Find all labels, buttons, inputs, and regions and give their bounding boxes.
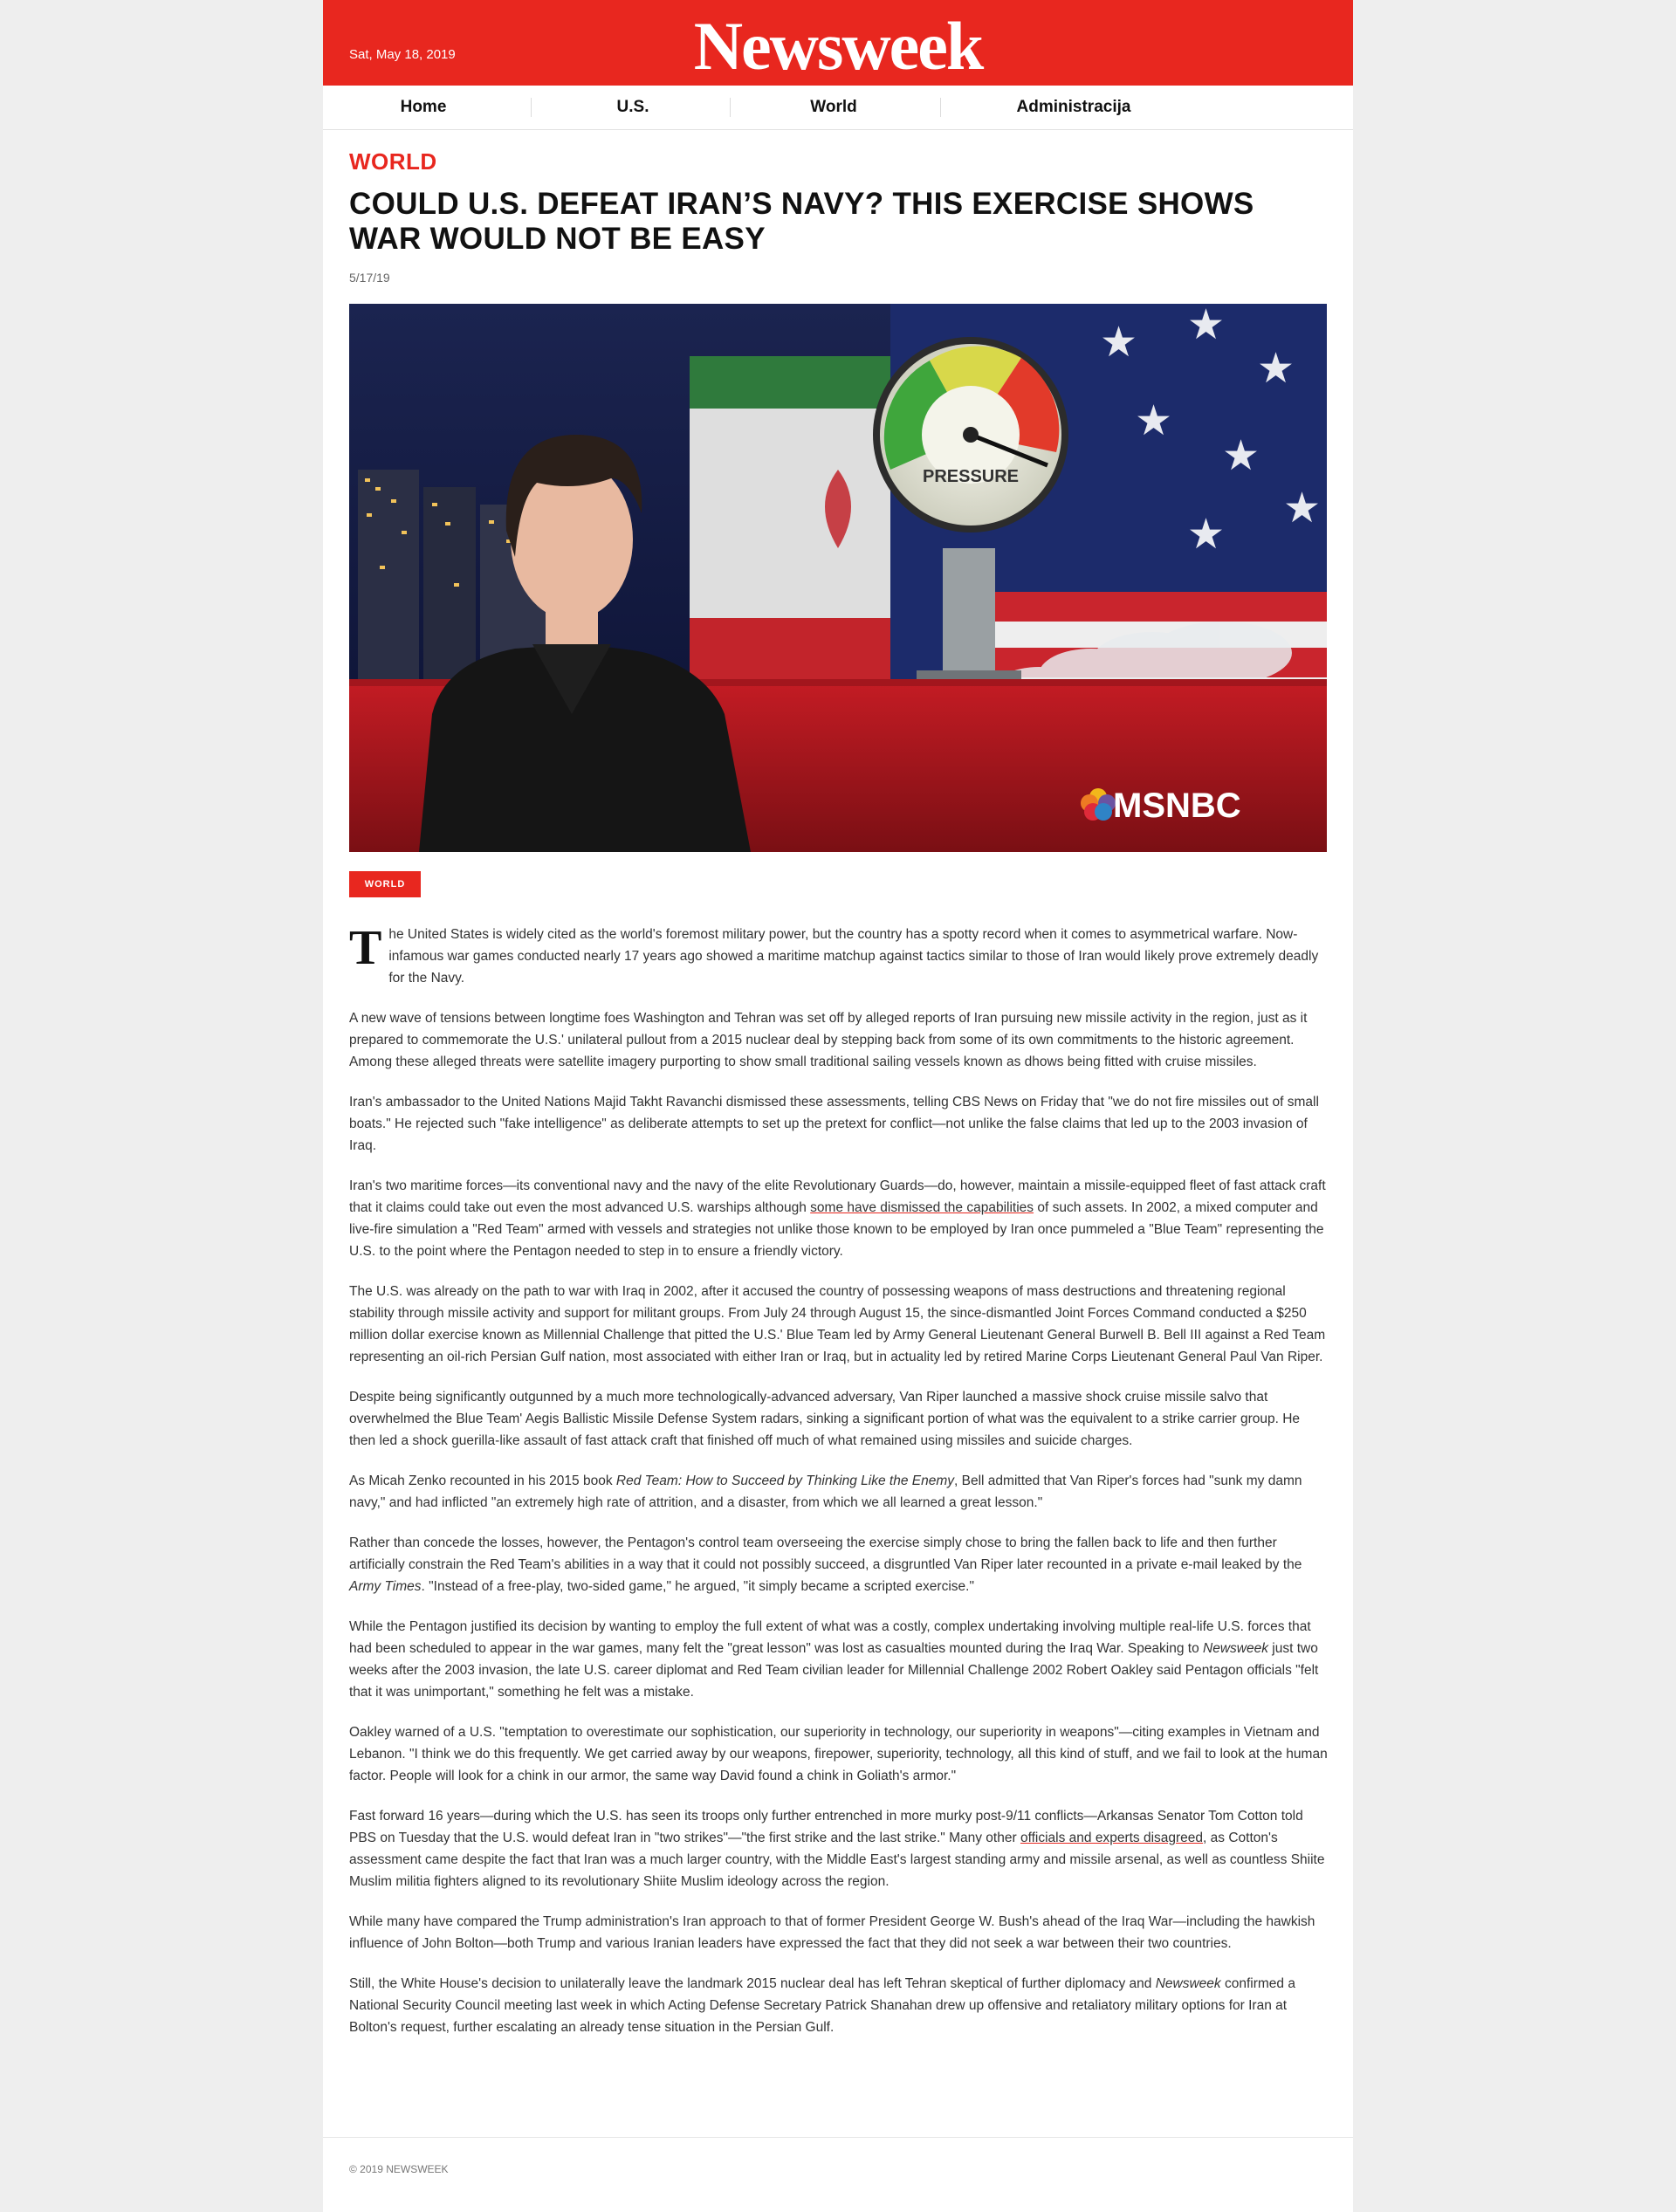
drop-cap: T xyxy=(349,921,382,975)
svg-text:★: ★ xyxy=(1187,304,1225,349)
capabilities-link[interactable]: some have dismissed the capabilities xyxy=(810,1200,1034,1215)
paragraph-text: Rather than concede the losses, however,… xyxy=(349,1535,1302,1572)
paragraph-text: As Micah Zenko recounted in his 2015 boo… xyxy=(349,1474,616,1488)
hero-illustration: ★ ★ ★ ★ ★ ★ ★ PRESSURE MSNBC xyxy=(349,304,1327,852)
network-logo-text: MSNBC xyxy=(1113,787,1241,825)
experts-disagreed-link[interactable]: officials and experts disagreed xyxy=(1020,1831,1203,1845)
article-body: The United States is widely cited as the… xyxy=(349,924,1329,2057)
footer-copyright: © 2019 NEWSWEEK xyxy=(349,2163,449,2175)
svg-text:★: ★ xyxy=(1187,510,1225,559)
paragraph: A new wave of tensions between longtime … xyxy=(349,1011,1308,1069)
svg-text:★: ★ xyxy=(1135,396,1172,445)
nav-item-world[interactable]: World xyxy=(786,86,882,129)
article-headline: Could U.S. Defeat Iran’s Navy? This Exer… xyxy=(349,187,1254,256)
paragraph: Iran's two maritime forces—its conventio… xyxy=(349,1175,1329,1262)
publication-name: Newsweek xyxy=(1203,1641,1268,1656)
paragraph-text: Still, the White House's decision to uni… xyxy=(349,1976,1156,1991)
main-nav: Home U.S. World Administracija xyxy=(323,86,1353,130)
paragraph: Fast forward 16 years—during which the U… xyxy=(349,1805,1329,1893)
nav-item-us[interactable]: U.S. xyxy=(585,86,681,129)
paragraph-text: . "Instead of a free-play, two-sided gam… xyxy=(421,1579,974,1594)
world-tag[interactable]: WORLD xyxy=(349,871,421,897)
paragraph-text: While the Pentagon justified its decisio… xyxy=(349,1619,1311,1656)
book-title: Red Team: How to Succeed by Thinking Lik… xyxy=(615,1474,955,1488)
gauge-pipe xyxy=(943,548,995,679)
paragraph: Rather than concede the losses, however,… xyxy=(349,1532,1329,1597)
paragraph-text: he United States is widely cited as the … xyxy=(388,927,1319,986)
page: Sat, May 18, 2019 Newsweek Home U.S. Wor… xyxy=(323,0,1353,2212)
nav-divider xyxy=(940,98,941,117)
paragraph: While the Pentagon justified its decisio… xyxy=(349,1616,1329,1703)
svg-text:★: ★ xyxy=(1257,344,1295,393)
paragraph: As Micah Zenko recounted in his 2015 boo… xyxy=(349,1470,1329,1514)
paragraph: Despite being significantly outgunned by… xyxy=(349,1390,1301,1448)
nav-item-home[interactable]: Home xyxy=(375,86,471,129)
gauge-label: PRESSURE xyxy=(923,467,1019,486)
nav-divider xyxy=(730,98,731,117)
paragraph: The U.S. was already on the path to war … xyxy=(349,1284,1326,1364)
paragraph: Oakley warned of a U.S. "temptation to o… xyxy=(349,1725,1328,1783)
paragraph: Iran's ambassador to the United Nations … xyxy=(349,1095,1319,1153)
section-label[interactable]: WORLD xyxy=(349,148,437,175)
article-date: 5/17/19 xyxy=(349,271,390,285)
svg-text:★: ★ xyxy=(1222,431,1260,480)
paragraph: The United States is widely cited as the… xyxy=(349,924,1329,989)
nav-divider xyxy=(531,98,532,117)
publication-name: Army Times xyxy=(349,1579,422,1594)
msnbc-logo: MSNBC xyxy=(1081,787,1241,825)
publication-name: Newsweek xyxy=(1155,1976,1221,1991)
footer-divider xyxy=(323,2137,1353,2138)
newsweek-logo[interactable]: Newsweek xyxy=(323,7,1353,86)
svg-text:★: ★ xyxy=(1283,484,1321,532)
nav-item-administracija[interactable]: Administracija xyxy=(1004,86,1144,129)
paragraph: Still, the White House's decision to uni… xyxy=(349,1973,1329,2038)
paragraph: While many have compared the Trump admin… xyxy=(349,1914,1315,1951)
site-header: Sat, May 18, 2019 Newsweek xyxy=(323,0,1353,86)
svg-text:★: ★ xyxy=(1100,318,1137,367)
hero-image[interactable]: ★ ★ ★ ★ ★ ★ ★ PRESSURE MSNBC xyxy=(349,304,1327,852)
